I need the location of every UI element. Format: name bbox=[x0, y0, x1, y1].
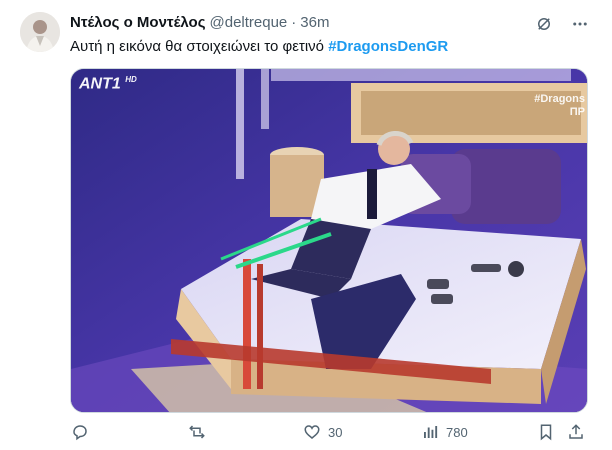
views-icon bbox=[420, 422, 440, 442]
avatar[interactable] bbox=[20, 12, 60, 52]
media-overlay: #Dragons ΠΡ bbox=[534, 93, 585, 119]
channel-logo: ANT1 HD bbox=[79, 75, 137, 93]
overlay-hashtag: #Dragons bbox=[534, 93, 585, 105]
overlay-sub: ΠΡ bbox=[569, 106, 585, 118]
share-button[interactable] bbox=[566, 422, 586, 442]
grok-icon[interactable] bbox=[534, 14, 554, 34]
timestamp[interactable]: 36m bbox=[300, 14, 329, 31]
share-icon bbox=[566, 422, 586, 442]
channel-logo-sub: HD bbox=[125, 75, 137, 84]
tweet-actions: 30 780 bbox=[62, 422, 592, 446]
hashtag-link[interactable]: #DragonsDenGR bbox=[328, 38, 448, 55]
reply-button[interactable] bbox=[70, 422, 96, 442]
reply-icon bbox=[70, 422, 90, 442]
views-count: 780 bbox=[446, 424, 468, 440]
views-button[interactable]: 780 bbox=[420, 422, 468, 442]
like-count: 30 bbox=[328, 424, 343, 440]
avatar-image bbox=[20, 12, 60, 52]
like-button[interactable]: 30 bbox=[302, 422, 342, 442]
heart-icon bbox=[302, 422, 322, 442]
author-handle[interactable]: @deltreque bbox=[210, 14, 288, 31]
retweet-button[interactable] bbox=[187, 422, 213, 442]
media-image bbox=[71, 69, 587, 412]
author-name[interactable]: Ντέλος ο Μοντέλος bbox=[70, 14, 206, 31]
tweet-body: Αυτή η εικόνα θα στοιχειώνει το φετινό bbox=[70, 38, 325, 55]
tweet-media[interactable]: ANT1 HD #Dragons ΠΡ bbox=[70, 68, 588, 413]
channel-logo-text: ANT1 bbox=[79, 75, 121, 93]
bookmark-icon bbox=[536, 422, 556, 442]
retweet-icon bbox=[187, 422, 207, 442]
tweet-text: Αυτή η εικόνα θα στοιχειώνει το φετινό #… bbox=[70, 38, 448, 55]
tweet-header: Ντέλος ο Μοντέλος @deltreque · 36m bbox=[70, 14, 329, 31]
more-icon[interactable] bbox=[570, 14, 590, 34]
bookmark-button[interactable] bbox=[536, 422, 556, 442]
tweet-top-actions bbox=[534, 14, 590, 34]
separator-dot: · bbox=[291, 14, 297, 31]
